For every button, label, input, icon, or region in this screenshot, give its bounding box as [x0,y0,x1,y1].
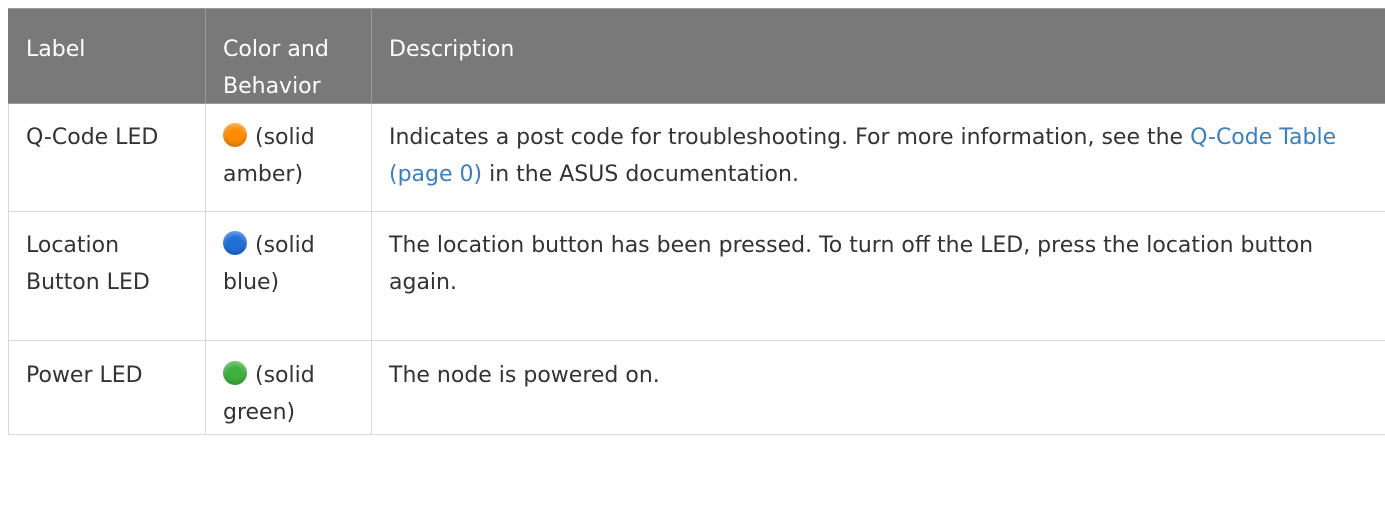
row-label: Q-Code LED [8,103,206,212]
table-row: Q-Code LED (solid amber) Indicates a pos… [8,103,1385,212]
row-description: Indicates a post code for troubleshootin… [371,103,1385,212]
row-label: Location Button LED [8,211,206,341]
row-color-behavior: (solid green) [205,340,372,435]
led-status-table: Label Color and Behavior Description Q-C… [8,8,1385,435]
amber-led-icon [223,123,247,147]
table-header-row: Label Color and Behavior Description [8,8,1385,104]
row-label: Power LED [8,340,206,435]
row-color-behavior: (solid blue) [205,211,372,341]
row-description: The node is powered on. [371,340,1385,435]
green-led-icon [223,361,247,385]
header-label: Label [8,8,206,104]
blue-led-icon [223,231,247,255]
description-text: Indicates a post code for troubleshootin… [389,125,1191,150]
table-row: Power LED (solid green) The node is powe… [8,340,1385,435]
header-description: Description [371,8,1385,104]
row-color-behavior: (solid amber) [205,103,372,212]
header-color-behavior: Color and Behavior [205,8,372,104]
table-row: Location Button LED (solid blue) The loc… [8,211,1385,341]
description-text-end: in the ASUS documentation. [482,162,799,187]
row-description: The location button has been pressed. To… [371,211,1385,341]
